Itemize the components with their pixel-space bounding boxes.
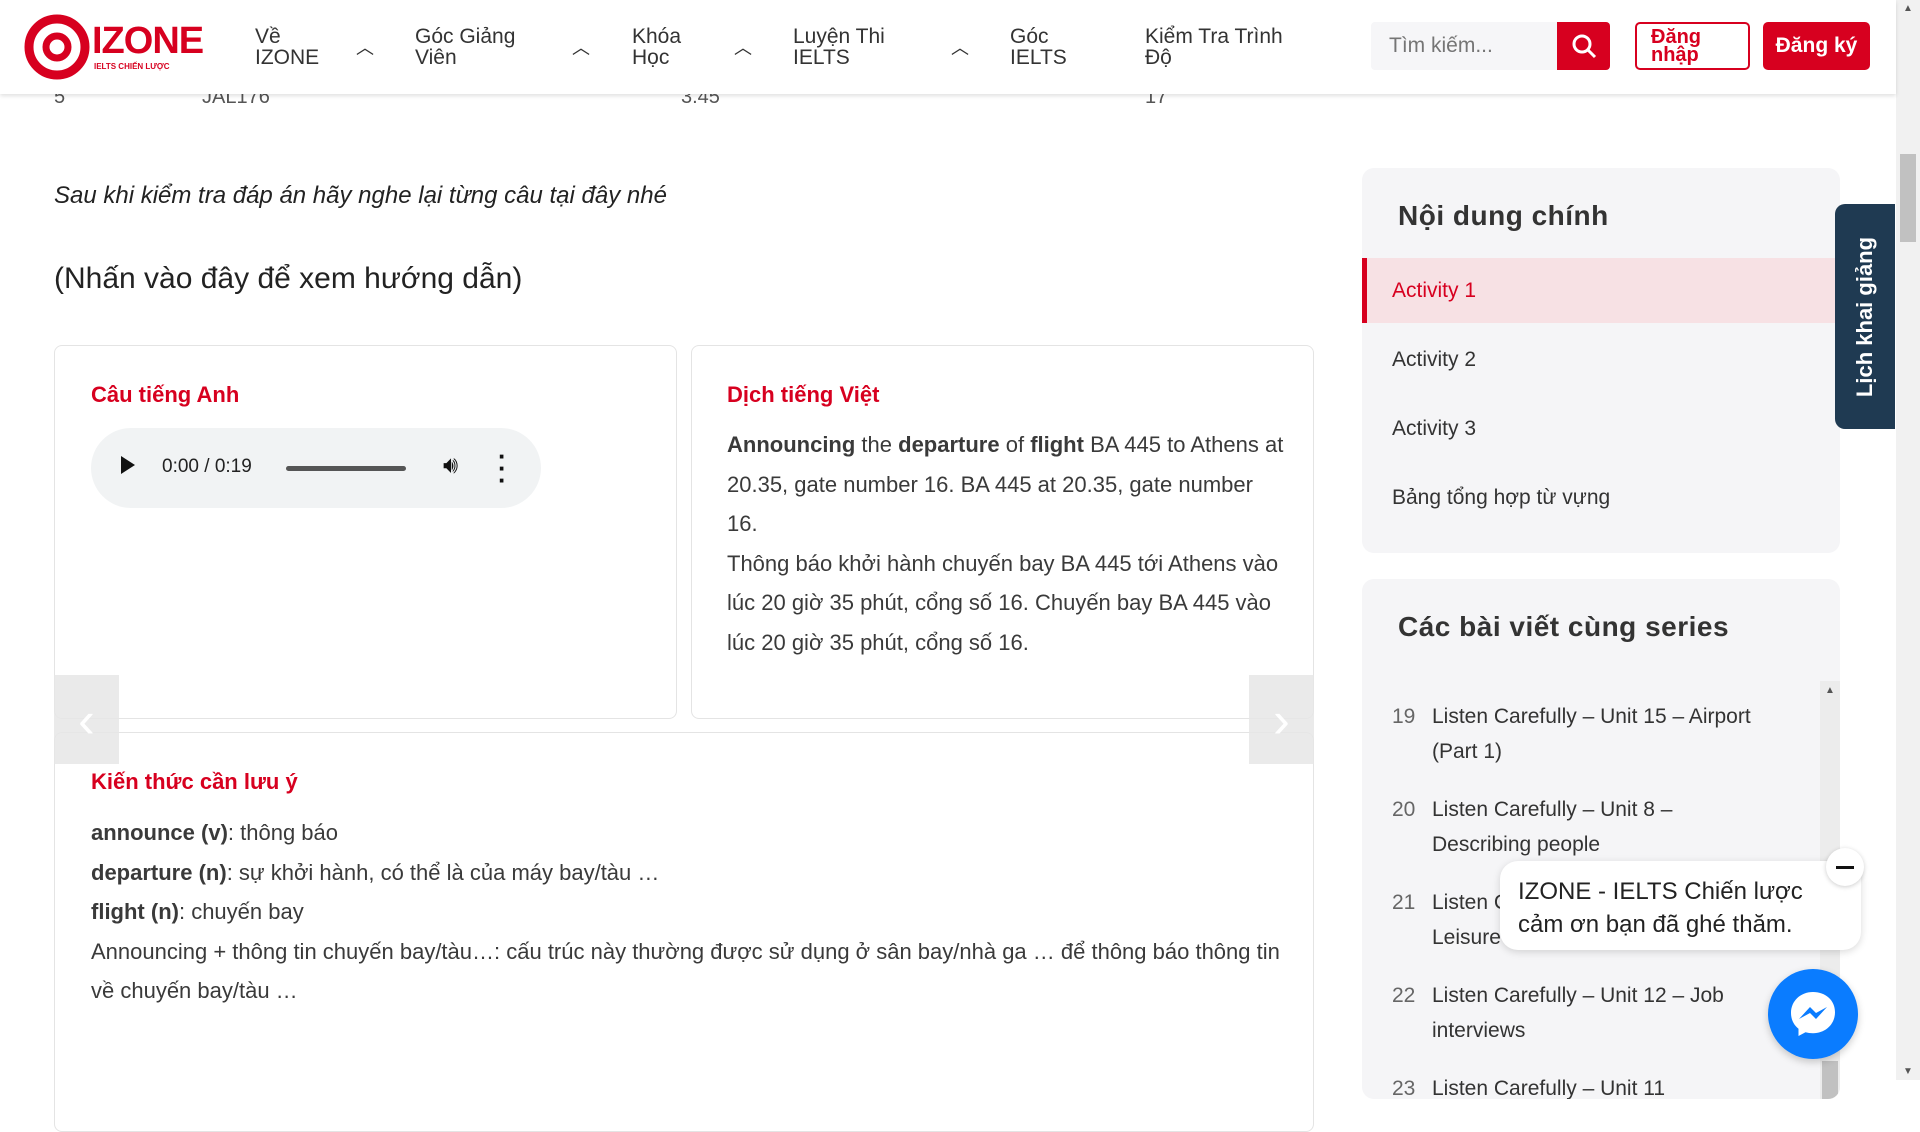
series-item[interactable]: 20 Listen Carefully – Unit 8 – Describing… [1392,792,1792,872]
sentence-part: of [999,432,1031,457]
search-button[interactable] [1557,22,1610,70]
more-options-icon[interactable]: · · · [498,443,507,493]
messenger-icon [1791,992,1835,1036]
note-term: flight (n) [91,899,179,924]
english-sentence: Announcing the departure of flight BA 44… [727,425,1287,544]
sentence-part: the [855,432,899,457]
series-title: Các bài viết cùng series [1398,611,1730,642]
note-structure: Announcing + thông tin chuyến bay/tàu…: … [91,938,1280,1004]
register-button[interactable]: Đăng ký [1763,22,1870,70]
chevron-up-icon[interactable]: ︿ [572,34,590,60]
toc-item-activity-3[interactable]: Activity 3 [1362,396,1840,461]
note-term: announce (v) [91,820,228,845]
notes-title: Kiến thức cần lưu ý [91,769,298,794]
nav-ve-izone[interactable]: Về IZONE [255,26,325,68]
card-title: Dịch tiếng Việt [727,382,880,407]
note-item: departure (n): sự khởi hành, có thể là c… [91,853,1281,893]
minimize-chat-button[interactable] [1826,848,1864,886]
minus-icon [1836,865,1854,869]
vietnamese-translation-card: Dịch tiếng Việt Announcing the departure… [691,345,1314,719]
series-item[interactable]: 23 Listen Carefully – Unit 11 [1392,1071,1792,1099]
logo-target-icon [24,14,90,80]
nav-goc-ielts[interactable]: Góc IELTS [1010,26,1080,68]
search-input[interactable] [1371,22,1557,70]
series-item[interactable]: 19 Listen Carefully – Unit 15 – Airport (… [1392,699,1792,779]
nav-khoa-hoc[interactable]: Khóa Học [632,26,702,68]
note-item: announce (v): thông báo [91,813,1281,853]
english-sentence-card: Câu tiếng Anh 0:00 / 0:19 🔊︎ · · · [54,345,677,719]
toc-item-activity-1[interactable]: Activity 1 [1362,258,1840,323]
page-scrollbar[interactable]: ▲ ▼ [1896,0,1920,1080]
chevron-left-icon: ‹ [78,691,95,748]
note-def: : sự khởi hành, có thể là của máy bay/tà… [226,859,660,885]
tab-label: Lịch khai giảng [1852,236,1877,397]
logo-subtitle: IELTS CHIẾN LƯỢC [94,62,170,71]
search-icon [1572,34,1596,59]
messenger-button[interactable] [1768,969,1858,1059]
nav-goc-giang-vien[interactable]: Góc Giảng Viên [415,26,545,68]
izone-logo[interactable]: IZONE IELTS CHIẾN LƯỢC [24,14,204,80]
toc-title: Nội dung chính [1398,200,1609,231]
chevron-up-icon[interactable]: ︿ [734,34,752,60]
audio-player[interactable]: 0:00 / 0:19 🔊︎ · · · [91,428,541,508]
chevron-up-icon[interactable]: ︿ [356,34,374,60]
scrollbar-thumb[interactable] [1822,1061,1838,1099]
scrollbar-thumb[interactable] [1900,154,1916,242]
login-button[interactable]: Đăng nhập [1635,22,1750,70]
note-def: : thông báo [227,820,339,845]
chevron-right-icon: › [1273,691,1290,748]
intro-text: Sau khi kiểm tra đáp án hãy nghe lại từn… [54,182,667,209]
series-item[interactable]: 22 Listen Carefully – Unit 12 – Job inter… [1392,978,1792,1058]
note-item: flight (n): chuyến bay [91,892,1281,932]
nav-kiem-tra-trinh-do[interactable]: Kiểm Tra Trình Độ [1145,26,1315,68]
table-of-contents: Nội dung chính Activity 1 Activity 2 Act… [1362,168,1840,553]
prev-slide-button[interactable]: ‹ [54,675,119,764]
sentence-part: flight [1030,432,1084,457]
note-term: departure (n) [91,859,227,885]
translation-text: Announcing the departure of flight BA 44… [727,425,1287,662]
note-def: : chuyến bay [178,899,304,924]
play-icon[interactable] [121,456,135,474]
notes-card: Kiến thức cần lưu ý announce (v): thông … [54,732,1314,1132]
guide-link[interactable]: (Nhấn vào đây để xem hướng dẫn) [54,262,522,296]
toc-item-activity-2[interactable]: Activity 2 [1362,327,1840,392]
sentence-part: Announcing [727,432,856,457]
vietnamese-sentence: Thông báo khởi hành chuyến bay BA 445 tớ… [727,550,1279,655]
class-schedule-tab[interactable]: Lịch khai giảng [1835,204,1895,429]
logo-text: IZONE [92,20,204,62]
next-slide-button[interactable]: › [1249,675,1314,764]
toc-item-vocabulary[interactable]: Bảng tổng hợp từ vựng [1362,465,1840,530]
card-title: Câu tiếng Anh [91,382,240,407]
audio-time: 0:00 / 0:19 [162,456,252,477]
sentence-part: departure [898,432,1000,457]
chevron-up-icon[interactable]: ︿ [951,34,969,60]
volume-icon[interactable]: 🔊︎ [443,452,458,480]
site-header: IZONE IELTS CHIẾN LƯỢC Về IZONE ︿ Góc Gi… [0,0,1896,94]
chat-greeting-bubble[interactable]: IZONE - IELTS Chiến lược cảm ơn bạn đã g… [1500,861,1861,950]
notes-list: announce (v): thông báo departure (n): s… [91,813,1281,1011]
nav-luyen-thi-ielts[interactable]: Luyện Thi IELTS [793,26,903,68]
audio-progress-slider[interactable] [286,466,406,471]
